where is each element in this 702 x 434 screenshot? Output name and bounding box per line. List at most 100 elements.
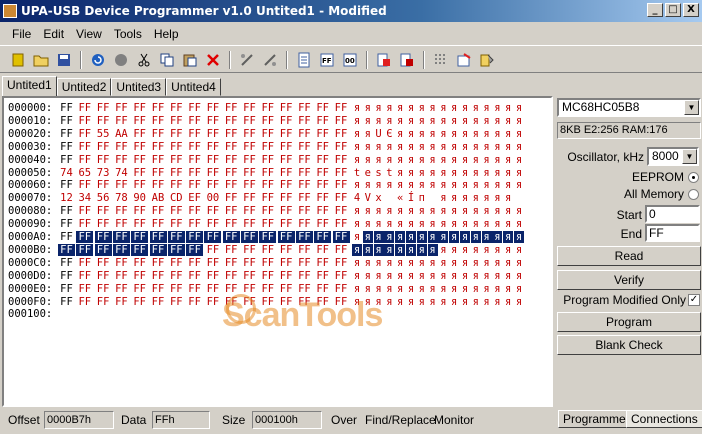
hex-char[interactable]: я bbox=[438, 128, 448, 140]
hex-byte[interactable]: FF bbox=[314, 128, 331, 140]
hex-char[interactable]: я bbox=[482, 283, 492, 295]
hex-char[interactable]: я bbox=[492, 231, 503, 243]
hex-char[interactable]: я bbox=[363, 270, 373, 282]
hex-char[interactable]: я bbox=[406, 167, 416, 179]
hex-char[interactable]: я bbox=[460, 128, 470, 140]
save-icon[interactable] bbox=[54, 50, 74, 70]
hex-byte[interactable]: FF bbox=[186, 257, 203, 269]
hex-byte[interactable]: FF bbox=[113, 270, 130, 282]
tab-connections[interactable]: Connections bbox=[626, 410, 702, 428]
hex-char[interactable]: я bbox=[374, 115, 384, 127]
hex-char[interactable]: я bbox=[471, 115, 481, 127]
hex-char[interactable]: я bbox=[503, 283, 513, 295]
hex-char[interactable]: я bbox=[492, 179, 502, 191]
hex-char[interactable]: я bbox=[352, 115, 362, 127]
hex-char[interactable]: я bbox=[482, 218, 492, 230]
hex-char[interactable]: я bbox=[406, 102, 416, 114]
hex-byte[interactable]: 12 bbox=[58, 192, 75, 204]
hex-char[interactable]: я bbox=[449, 231, 460, 243]
hex-byte[interactable]: FF bbox=[113, 102, 130, 114]
hex-byte[interactable]: FF bbox=[150, 154, 167, 166]
hex-char[interactable]: я bbox=[503, 218, 513, 230]
hex-byte[interactable]: FF bbox=[332, 231, 350, 243]
hex-byte[interactable]: FF bbox=[168, 141, 185, 153]
hex-byte[interactable]: FF bbox=[278, 102, 295, 114]
find-replace-link[interactable]: Find/Replace bbox=[365, 413, 436, 427]
hex-byte[interactable]: FF bbox=[131, 270, 148, 282]
hex-char[interactable]: я bbox=[471, 179, 481, 191]
hex-char[interactable]: я bbox=[481, 231, 492, 243]
hex-char[interactable]: я bbox=[449, 205, 459, 217]
hex-char[interactable]: я bbox=[406, 179, 416, 191]
hex-byte[interactable]: FF bbox=[223, 167, 240, 179]
hex-char[interactable]: я bbox=[438, 102, 448, 114]
hex-char[interactable]: я bbox=[471, 283, 481, 295]
hex-byte[interactable]: FF bbox=[58, 141, 75, 153]
hex-byte[interactable]: FF bbox=[186, 154, 203, 166]
hex-char[interactable]: я bbox=[471, 218, 481, 230]
hex-byte[interactable]: FF bbox=[76, 218, 93, 230]
hex-char[interactable]: я bbox=[460, 218, 470, 230]
hex-char[interactable]: я bbox=[417, 283, 427, 295]
hex-char[interactable]: я bbox=[362, 231, 373, 243]
hex-byte[interactable]: FF bbox=[296, 218, 313, 230]
hex-char[interactable]: я bbox=[503, 141, 513, 153]
hex-byte[interactable]: FF bbox=[112, 231, 130, 243]
hex-char[interactable]: я bbox=[363, 154, 373, 166]
hex-byte[interactable]: FF bbox=[259, 192, 276, 204]
hex-byte[interactable]: FF bbox=[204, 115, 221, 127]
fill1-icon[interactable] bbox=[374, 50, 394, 70]
hex-char[interactable]: я bbox=[363, 296, 373, 308]
hex-byte[interactable]: FF bbox=[295, 231, 313, 243]
hex-char[interactable]: я bbox=[503, 102, 513, 114]
hex-byte[interactable]: FF bbox=[296, 167, 313, 179]
hex-char[interactable]: я bbox=[460, 115, 470, 127]
hex-byte[interactable]: FF bbox=[94, 243, 112, 256]
hex-char[interactable]: я bbox=[363, 218, 373, 230]
hex-char[interactable]: я bbox=[363, 115, 373, 127]
tab-untited3[interactable]: Untited3 bbox=[111, 78, 167, 96]
hex-byte[interactable]: FF bbox=[131, 115, 148, 127]
hex-byte[interactable]: FF bbox=[333, 205, 350, 217]
hex-byte[interactable]: FF bbox=[259, 102, 276, 114]
hex-byte[interactable]: FF bbox=[333, 128, 350, 140]
hex-char[interactable]: я bbox=[449, 154, 459, 166]
hex-byte[interactable]: FF bbox=[314, 179, 331, 191]
hex-char[interactable]: п bbox=[417, 192, 427, 204]
hex-char[interactable]: Í bbox=[406, 192, 416, 204]
hex-byte[interactable]: FF bbox=[186, 296, 203, 308]
hex-char[interactable]: я bbox=[482, 205, 492, 217]
hex-char[interactable]: я bbox=[514, 102, 524, 114]
hex-char[interactable]: я bbox=[395, 283, 405, 295]
hex-byte[interactable]: FF bbox=[113, 179, 130, 191]
hex-byte[interactable]: FF bbox=[168, 283, 185, 295]
hex-char[interactable]: я bbox=[363, 102, 373, 114]
hex-byte[interactable]: FF bbox=[259, 270, 276, 282]
hex-char[interactable]: я bbox=[438, 270, 448, 282]
hex-byte[interactable]: FF bbox=[314, 141, 331, 153]
menu-tools[interactable]: Tools bbox=[108, 27, 148, 41]
hex-char[interactable]: я bbox=[449, 115, 459, 127]
hex-byte[interactable]: 78 bbox=[113, 192, 130, 204]
hex-char[interactable]: e bbox=[363, 167, 373, 179]
hex-byte[interactable]: FF bbox=[333, 283, 350, 295]
hex-char[interactable]: я bbox=[482, 179, 492, 191]
hex-byte[interactable]: FF bbox=[76, 179, 93, 191]
hex-byte[interactable]: FF bbox=[333, 154, 350, 166]
hex-char[interactable]: я bbox=[352, 179, 362, 191]
hex-byte[interactable]: FF bbox=[149, 243, 167, 256]
hex-byte[interactable]: FF bbox=[278, 283, 295, 295]
hex-byte[interactable]: FF bbox=[150, 270, 167, 282]
blank-check-button[interactable]: Blank Check bbox=[557, 335, 701, 355]
hex-byte[interactable]: FF bbox=[223, 154, 240, 166]
hex-char[interactable]: я bbox=[374, 257, 384, 269]
hex-char[interactable]: я bbox=[449, 179, 459, 191]
hex-byte[interactable]: FF bbox=[241, 128, 258, 140]
hex-char[interactable]: я bbox=[374, 205, 384, 217]
hex-char[interactable]: я bbox=[427, 231, 438, 243]
hex-byte[interactable]: FF bbox=[76, 270, 93, 282]
hex-char[interactable]: я bbox=[384, 218, 394, 230]
hex-char[interactable]: я bbox=[428, 141, 438, 153]
hex-byte[interactable]: FF bbox=[58, 243, 75, 256]
hex-char[interactable]: я bbox=[352, 141, 362, 153]
